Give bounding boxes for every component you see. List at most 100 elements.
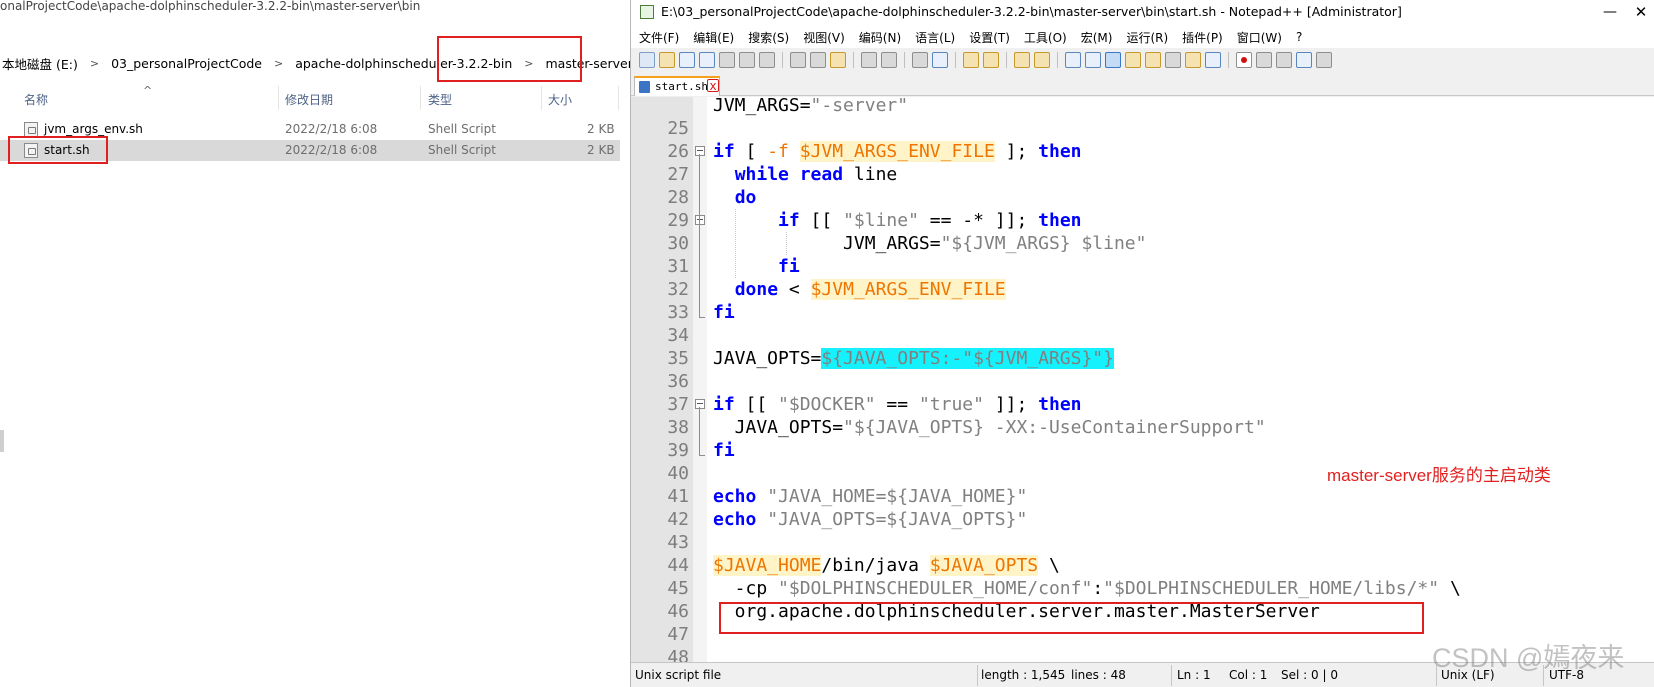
code-line-46: 46 -cp "$DOLPHINSCHEDULER_HOME/conf":"$D… <box>667 577 1654 622</box>
stop-macro-icon[interactable] <box>1256 52 1272 68</box>
code-line-31: 31 JVM_ARGS="${JVM_ARGS} $line" <box>667 232 1654 277</box>
saved-file-icon <box>639 81 650 93</box>
column-divider[interactable] <box>278 86 279 110</box>
code-line-33: 33 done < $JVM_ARGS_ENV_FILE <box>667 278 1654 323</box>
monitoring-icon[interactable] <box>1205 52 1221 68</box>
language-udl-icon[interactable] <box>1125 52 1141 68</box>
menu-help[interactable]: ? <box>1288 30 1308 44</box>
menu-search[interactable]: 搜索(S) <box>740 29 795 46</box>
menu-run[interactable]: 运行(R) <box>1118 29 1174 46</box>
toolbar-separator <box>1006 52 1007 68</box>
function-list-icon[interactable] <box>1165 52 1181 68</box>
close-file-icon[interactable] <box>719 52 735 68</box>
column-divider[interactable] <box>618 86 619 110</box>
word-wrap-icon[interactable] <box>1065 52 1081 68</box>
cut-icon[interactable] <box>790 52 806 68</box>
file-date: 2022/2/18 6:08 <box>285 143 378 157</box>
indent-guide-icon[interactable] <box>1105 52 1121 68</box>
close-window-button[interactable]: ✕ <box>1627 0 1654 24</box>
play-macro-icon[interactable] <box>1276 52 1292 68</box>
file-size: 2 KB <box>587 143 615 157</box>
code-line-32: 32 fi <box>667 255 1654 300</box>
code-editor[interactable]: 25 JVM_ARGS="-server" 26 27 if [ -f $JVM… <box>631 97 1654 662</box>
column-divider[interactable] <box>420 86 421 110</box>
toolbar <box>631 48 1654 72</box>
menu-window[interactable]: 窗口(W) <box>1229 29 1288 46</box>
column-divider[interactable] <box>541 86 542 110</box>
menu-macro[interactable]: 宏(M) <box>1073 29 1119 46</box>
tab-start-sh[interactable]: start.sh x <box>634 76 720 96</box>
line-number: 45 <box>667 578 689 599</box>
status-divider <box>1436 665 1437 686</box>
fold-margin[interactable] <box>693 97 707 662</box>
file-list-header: 名称 ^ 修改日期 类型 大小 <box>0 84 628 110</box>
save-macro-icon[interactable] <box>1316 52 1332 68</box>
record-macro-icon[interactable] <box>1236 52 1252 68</box>
find-icon[interactable] <box>912 52 928 68</box>
menu-bar: 文件(F) 编辑(E) 搜索(S) 视图(V) 编码(N) 语言(L) 设置(T… <box>631 26 1654 48</box>
show-all-characters-icon[interactable] <box>1085 52 1101 68</box>
tab-close-icon[interactable]: x <box>707 79 719 92</box>
zoom-in-icon[interactable] <box>963 52 979 68</box>
line-number: 28 <box>667 187 689 208</box>
paste-icon[interactable] <box>830 52 846 68</box>
line-number: 38 <box>667 417 689 438</box>
column-header-date[interactable]: 修改日期 <box>285 91 333 108</box>
menu-settings[interactable]: 设置(T) <box>961 29 1016 46</box>
toolbar-separator <box>853 52 854 68</box>
save-all-icon[interactable] <box>699 52 715 68</box>
line-number: 34 <box>667 325 689 346</box>
tab-label: start.sh <box>655 80 708 93</box>
folder-workspace-icon[interactable] <box>1185 52 1201 68</box>
status-encoding[interactable]: UTF-8 <box>1549 668 1584 682</box>
close-all-icon[interactable] <box>739 52 755 68</box>
fold-end-marker <box>699 301 705 318</box>
save-icon[interactable] <box>679 52 695 68</box>
left-scrollbar-thumb[interactable] <box>0 430 4 452</box>
line-number: 29 <box>667 210 689 231</box>
status-column-position: Col : 1 <box>1229 668 1268 682</box>
fold-toggle-icon[interactable] <box>695 215 705 225</box>
menu-view[interactable]: 视图(V) <box>795 29 851 46</box>
menu-plugins[interactable]: 插件(P) <box>1174 29 1229 46</box>
new-file-icon[interactable] <box>639 52 655 68</box>
menu-file[interactable]: 文件(F) <box>631 29 685 46</box>
column-header-type[interactable]: 类型 <box>428 91 452 108</box>
code-line-30: 30 if [[ "$line" == -* ]]; then <box>667 209 1654 254</box>
replace-icon[interactable] <box>932 52 948 68</box>
status-divider <box>1543 665 1544 686</box>
line-number: 39 <box>667 440 689 461</box>
line-number: 33 <box>667 302 689 323</box>
fold-guide-line <box>699 154 700 301</box>
copy-icon[interactable] <box>810 52 826 68</box>
open-file-icon[interactable] <box>659 52 675 68</box>
status-file-type: Unix script file <box>635 668 722 682</box>
code-area[interactable]: 25 JVM_ARGS="-server" 26 27 if [ -f $JVM… <box>667 97 1654 662</box>
zoom-out-icon[interactable] <box>983 52 999 68</box>
fold-toggle-icon[interactable] <box>695 146 705 156</box>
sync-horizontal-icon[interactable] <box>1034 52 1050 68</box>
column-header-name[interactable]: 名称 <box>24 91 48 108</box>
menu-edit[interactable]: 编辑(E) <box>685 29 740 46</box>
sync-vertical-icon[interactable] <box>1014 52 1030 68</box>
code-line-39: 39 JAVA_OPTS="${JAVA_OPTS} -XX:-UseConta… <box>667 416 1654 461</box>
breadcrumb-drive[interactable]: 本地磁盘 (E:) <box>0 54 84 73</box>
menu-encoding[interactable]: 编码(N) <box>851 29 907 46</box>
fold-toggle-icon[interactable] <box>695 399 705 409</box>
menu-tools[interactable]: 工具(O) <box>1016 29 1073 46</box>
file-explorer-window: onalProjectCode\apache-dolphinscheduler-… <box>0 0 685 687</box>
code-line-45: 45 $JAVA_HOME/bin/java $JAVA_OPTS \ <box>667 554 1654 599</box>
redo-icon[interactable] <box>881 52 897 68</box>
status-eol[interactable]: Unix (LF) <box>1441 668 1495 682</box>
code-line-35: 35 <box>667 324 1654 369</box>
menu-language[interactable]: 语言(L) <box>907 29 961 46</box>
line-number: 30 <box>667 233 689 254</box>
undo-icon[interactable] <box>861 52 877 68</box>
minimize-button[interactable]: — <box>1595 0 1625 24</box>
tab-bar: start.sh x <box>631 74 1654 96</box>
print-icon[interactable] <box>759 52 775 68</box>
breadcrumb-project-folder[interactable]: 03_personalProjectCode <box>105 56 268 71</box>
run-macro-multiple-icon[interactable] <box>1296 52 1312 68</box>
document-map-icon[interactable] <box>1145 52 1161 68</box>
column-header-size[interactable]: 大小 <box>548 91 572 108</box>
